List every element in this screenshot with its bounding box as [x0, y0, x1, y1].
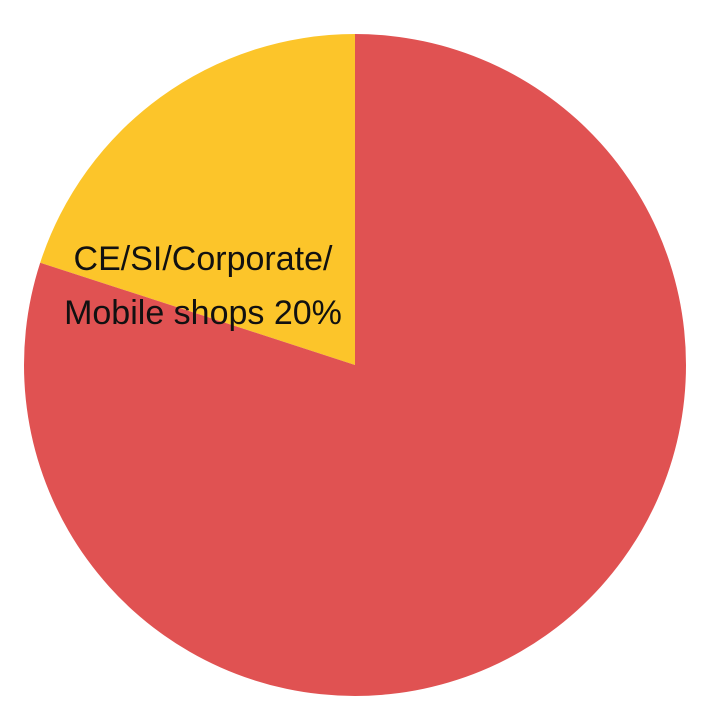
pie-chart-svg: CE/SI/Corporate/Mobile shops 20%: [24, 34, 687, 696]
pie-slice-0-label-line-0: CE/SI/Corporate/: [74, 240, 333, 278]
pie-slice-0-label-line-1: Mobile shops 20%: [64, 294, 342, 332]
pie-chart: CE/SI/Corporate/Mobile shops 20%: [0, 0, 718, 720]
